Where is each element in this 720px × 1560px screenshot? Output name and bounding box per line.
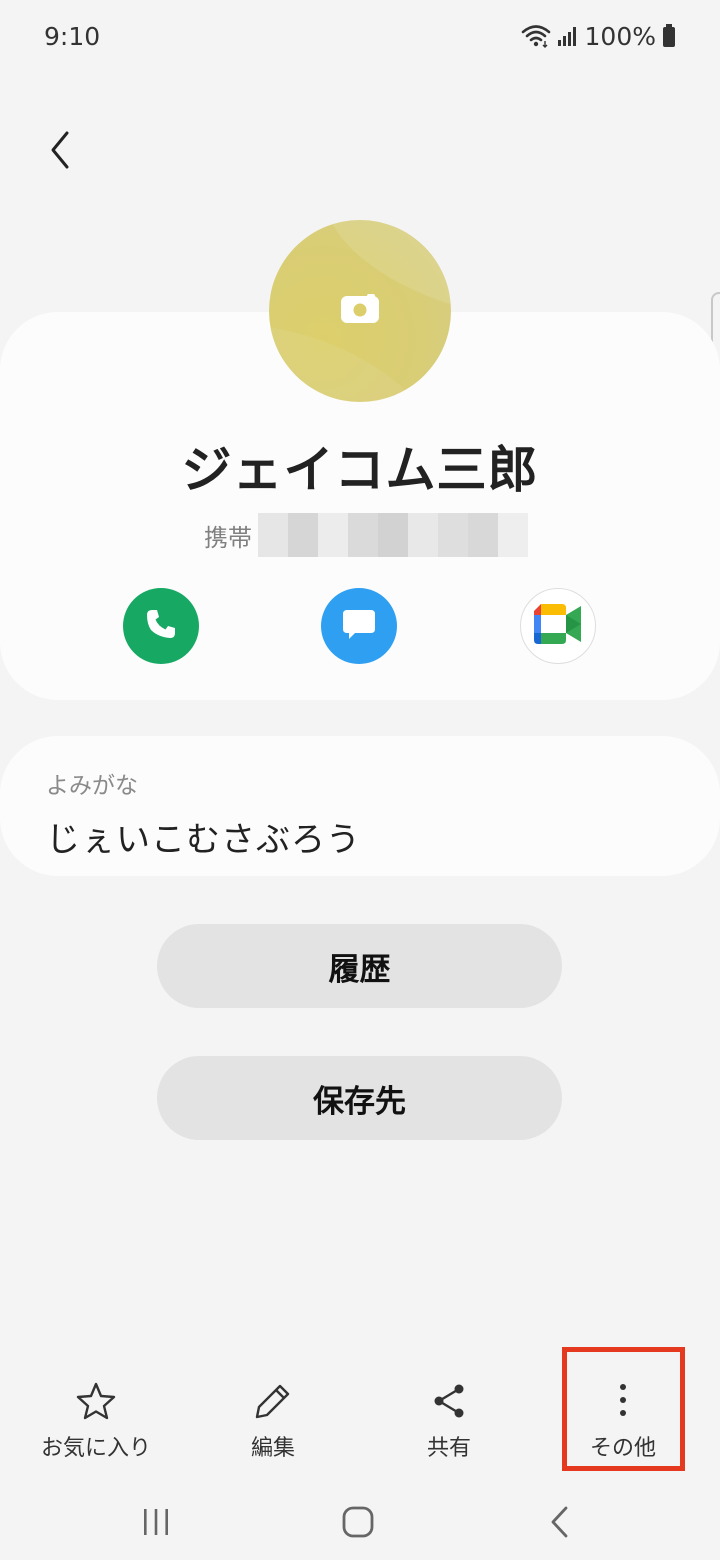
chevron-left-icon (45, 130, 75, 174)
recent-apps-button[interactable] (126, 1494, 186, 1554)
contact-name: ジェイコム三郎 (181, 441, 539, 499)
nav-back-button[interactable] (530, 1494, 590, 1554)
navigation-bar (0, 1480, 720, 1560)
favorite-label: お気に入り (40, 1436, 151, 1461)
reading-value: じぇいこむさぶろう (46, 820, 361, 860)
status-bar: 9:10 100% (0, 0, 720, 72)
edit-button[interactable]: 編集 (188, 1370, 358, 1470)
camera-icon (340, 294, 380, 328)
reading-card[interactable]: よみがな じぇいこむさぶろう (0, 736, 720, 876)
favorite-button[interactable]: お気に入り (11, 1370, 181, 1470)
share-button[interactable]: 共有 (364, 1370, 534, 1470)
back-button[interactable] (30, 122, 90, 182)
back-icon (548, 1505, 572, 1543)
recent-apps-icon (141, 1507, 171, 1541)
status-time: 9:10 (44, 21, 101, 51)
chat-bubble-icon (341, 607, 377, 645)
battery-icon (662, 24, 676, 48)
message-button[interactable] (321, 588, 397, 664)
star-icon (76, 1382, 116, 1424)
phone-row[interactable]: 携帯 (204, 512, 528, 558)
home-button[interactable] (328, 1494, 388, 1554)
edit-label: 編集 (250, 1436, 295, 1461)
phone-label: 携帯 (204, 523, 252, 552)
call-button[interactable] (123, 588, 199, 664)
phone-number-masked (258, 513, 528, 557)
google-meet-icon (533, 603, 583, 649)
video-call-button[interactable] (520, 588, 596, 664)
reading-label: よみがな (46, 773, 138, 799)
pencil-icon (253, 1382, 293, 1424)
home-icon (341, 1505, 375, 1543)
share-label: 共有 (426, 1436, 471, 1461)
battery-text: 100% (584, 21, 656, 51)
phone-icon (144, 607, 178, 645)
signal-icon (557, 25, 579, 47)
history-button[interactable]: 履歴 (157, 924, 562, 1008)
share-icon (429, 1382, 469, 1424)
wifi-icon (521, 24, 551, 48)
contact-avatar[interactable] (269, 220, 451, 402)
storage-location-button[interactable]: 保存先 (157, 1056, 562, 1140)
highlight-annotation (562, 1347, 685, 1471)
